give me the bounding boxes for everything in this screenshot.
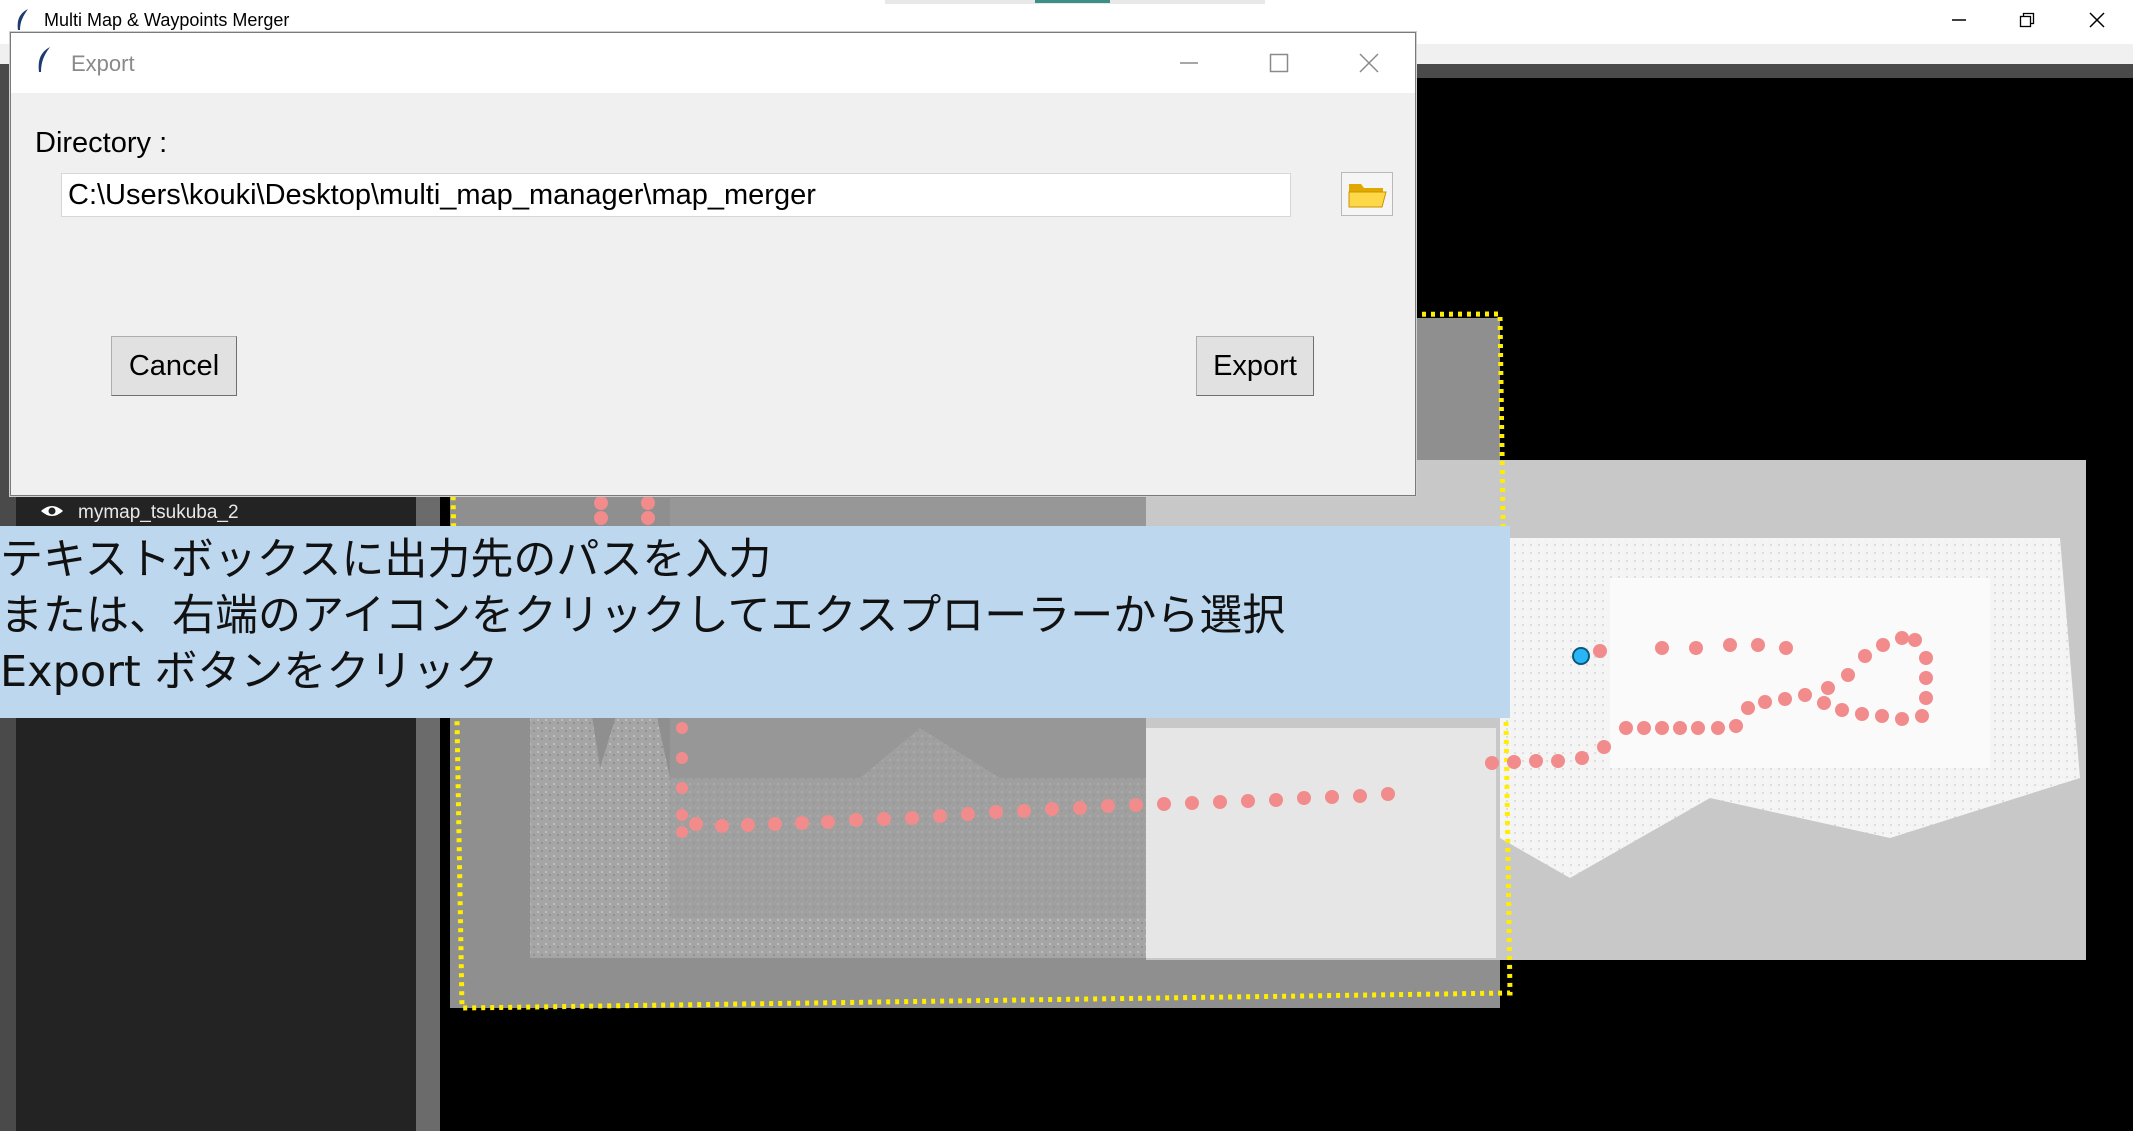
directory-label: Directory : — [35, 127, 168, 159]
dialog-minimize-button[interactable] — [1159, 43, 1219, 83]
browse-folder-button[interactable] — [1341, 172, 1393, 216]
minimize-button[interactable] — [1928, 0, 1990, 40]
minimize-icon — [1952, 19, 1966, 21]
close-button[interactable] — [2066, 0, 2128, 40]
taskbar-strip — [885, 0, 1265, 4]
export-button[interactable]: Export — [1196, 336, 1314, 396]
export-dialog: Export Directory : Cancel Export — [10, 32, 1416, 496]
dialog-title: Export — [71, 51, 135, 76]
dialog-maximize-button[interactable] — [1249, 43, 1309, 83]
restore-button[interactable] — [1996, 0, 2058, 40]
folder-icon — [1348, 184, 1387, 208]
minimize-icon — [1180, 62, 1198, 64]
app-title: Multi Map & Waypoints Merger — [44, 10, 290, 30]
instruction-annotation: テキストボックスに出力先のパスを入力 または、右端のアイコンをクリックしてエクス… — [0, 526, 1510, 718]
restore-icon — [2019, 12, 2035, 28]
directory-input[interactable] — [61, 173, 1291, 217]
close-icon — [2089, 12, 2105, 28]
dialog-titlebar: Export — [11, 33, 1415, 93]
instruction-line-2: または、右端のアイコンをクリックしてエクスプローラーから選択 — [0, 591, 1286, 641]
close-icon — [1359, 53, 1379, 73]
layer-label: mymap_tsukuba_2 — [78, 502, 239, 523]
instruction-line-3: Export ボタンをクリック — [0, 647, 499, 697]
instruction-line-1: テキストボックスに出力先のパスを入力 — [0, 535, 772, 585]
eye-icon[interactable] — [40, 504, 64, 523]
layer-item[interactable]: mymap_tsukuba_2 — [40, 500, 239, 526]
feather-icon — [35, 46, 53, 79]
cancel-button[interactable]: Cancel — [111, 336, 237, 396]
dialog-close-button[interactable] — [1339, 43, 1399, 83]
start-waypoint — [1572, 647, 1590, 665]
maximize-icon — [1269, 53, 1289, 73]
